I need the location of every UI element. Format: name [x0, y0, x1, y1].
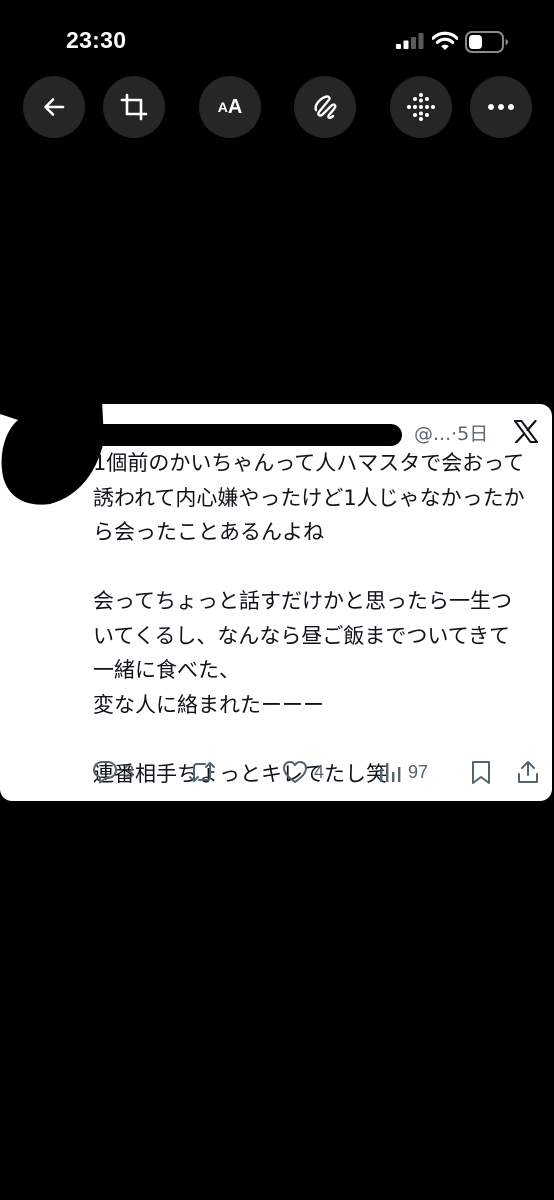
status-time: 23:30 [66, 27, 127, 53]
bookmark-icon [472, 761, 490, 784]
reply-bubble-icon [93, 761, 117, 784]
x-logo-icon [514, 420, 538, 443]
tweet-line [93, 722, 548, 757]
crop-button[interactable] [103, 76, 165, 138]
text-size-button[interactable]: AA [199, 76, 261, 138]
grid-button[interactable] [390, 76, 452, 138]
arrow-left-icon [44, 98, 65, 116]
battery-icon [465, 31, 508, 53]
tweet-body: 1個前のかいちゃんって人ハマスタで会おって 誘われて内心嫌やったけど1人じゃなか… [93, 446, 548, 791]
share-icon [518, 761, 538, 783]
tweet-header-meta: @...·5日 [414, 419, 488, 446]
edit-toolbar: AA [0, 76, 554, 138]
retweet-button[interactable] [188, 756, 216, 788]
tweet-line: いてくるし、なんなら昼ご飯までついてきて [93, 623, 511, 648]
redacted-display-name [90, 424, 402, 446]
back-button[interactable] [23, 76, 85, 138]
dot-grid-icon [407, 93, 435, 121]
like-count: 4 [314, 761, 325, 782]
wifi-icon [432, 31, 458, 50]
cellular-signal-icon [396, 33, 424, 49]
text-size-small-a: A [217, 99, 228, 115]
more-button[interactable] [470, 76, 532, 138]
pen-scribble-icon [314, 95, 337, 119]
status-icons [396, 30, 511, 53]
share-button[interactable] [516, 756, 540, 788]
crop-icon [120, 93, 148, 121]
view-count: 97 [408, 761, 429, 782]
bookmark-button[interactable] [470, 756, 492, 788]
markup-button[interactable] [294, 76, 356, 138]
status-bar: 23:30 [0, 0, 554, 80]
like-button[interactable]: 4 [282, 756, 324, 788]
text-size-big-a: A [227, 95, 243, 118]
tweet-line: 誘われて内心嫌やったけど1人じゃなかったか [93, 485, 525, 510]
tweet-line [93, 550, 548, 585]
tweet-handle: @... [414, 423, 452, 445]
ellipsis-icon [488, 104, 514, 110]
tweet-line: 一緒に食べた、 [93, 658, 240, 682]
tweet-line: 会ってちょっと話すだけかと思ったら一生つ [93, 589, 512, 613]
analytics-bars-icon [380, 763, 401, 782]
heart-icon [283, 761, 307, 783]
tweet-actions: 3 4 97 [92, 756, 544, 788]
tweet-line: ら会ったことあるんよね [93, 520, 324, 544]
reply-button[interactable]: 3 [92, 756, 134, 788]
views-button[interactable]: 97 [378, 756, 428, 788]
tweet-line: 変な人に絡まれたーーー [93, 692, 324, 717]
tweet-line: 1個前のかいちゃんって人ハマスタで会おって [93, 451, 525, 475]
retweet-icon [189, 762, 215, 782]
tweet-time: 5日 [457, 423, 489, 445]
reply-count: 3 [124, 761, 135, 782]
